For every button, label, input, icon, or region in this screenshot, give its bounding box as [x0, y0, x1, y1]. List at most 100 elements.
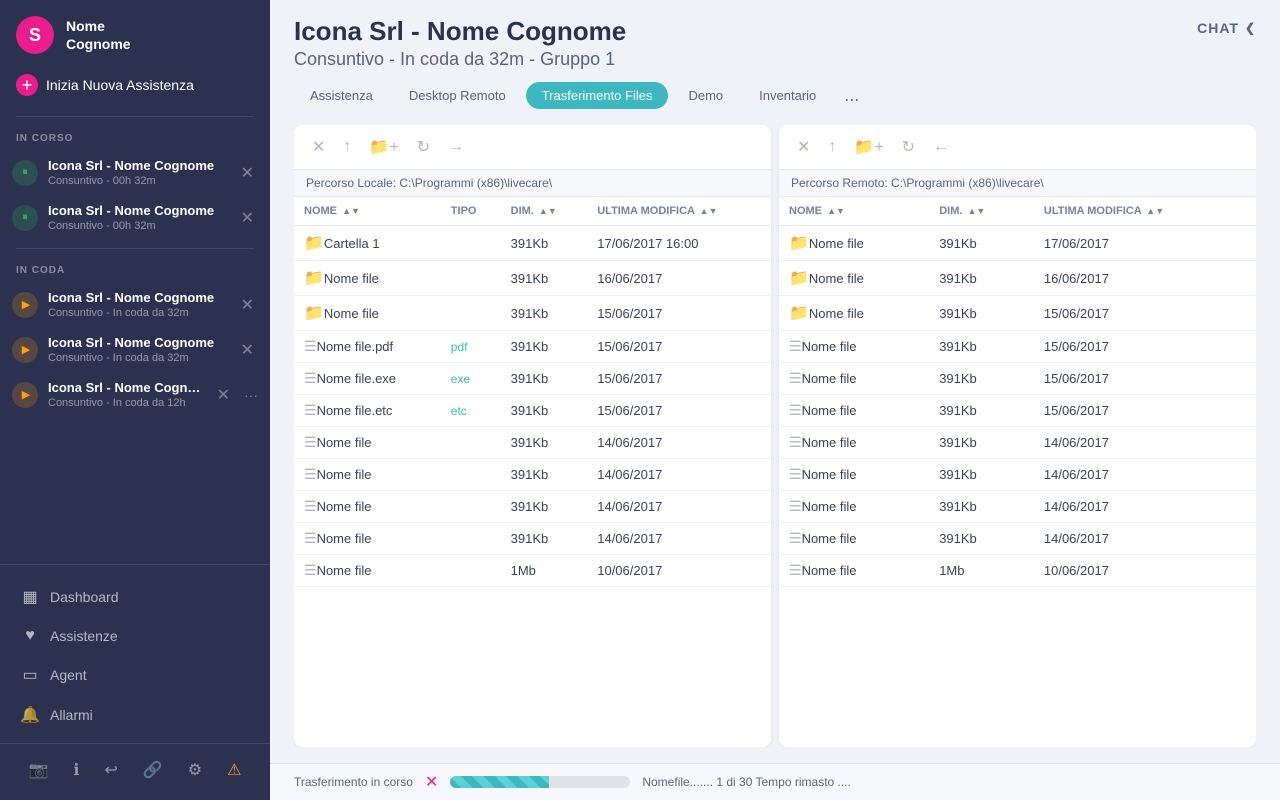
file-icon: ☰: [304, 338, 317, 355]
local-refresh-button[interactable]: ↻: [411, 133, 436, 161]
file-name: 📁 Nome file: [779, 296, 929, 331]
tab-desktop-remoto[interactable]: Desktop Remoto: [393, 82, 522, 109]
new-assistance-button[interactable]: + Inizia Nuova Assistenza: [16, 70, 254, 100]
session-info-1: Icona Srl - Nome Cognome Consuntivo - 00…: [48, 158, 227, 187]
tab-inventario[interactable]: Inventario: [743, 82, 832, 109]
file-size: 391Kb: [501, 459, 588, 491]
avatar: S: [16, 16, 54, 54]
chat-button[interactable]: CHAT ❮: [1197, 16, 1256, 36]
file-type: [441, 296, 501, 331]
session-title-2: Icona Srl - Nome Cognome: [48, 203, 227, 218]
remote-toolbar: ✕ ↑ 📁+ ↻ ←: [779, 125, 1256, 170]
local-forward-button[interactable]: →: [442, 134, 470, 160]
session-close-2[interactable]: ✕: [237, 206, 258, 230]
file-icon: ☰: [789, 402, 802, 419]
tab-assistenza[interactable]: Assistenza: [294, 82, 389, 109]
file-name: 📁 Nome file: [294, 296, 441, 331]
file-icon: ☰: [304, 466, 317, 483]
session-queued-close-3[interactable]: ✕: [213, 383, 234, 407]
transfer-cancel-button[interactable]: ✕: [425, 772, 438, 792]
file-date: 16/06/2017: [587, 261, 771, 296]
table-row[interactable]: ☰ Nome file 391Kb 14/06/2017: [779, 427, 1256, 459]
file-date: 16/06/2017: [1034, 261, 1256, 296]
panels-container: ✕ ↑ 📁+ ↻ → Percorso Locale: C:\Programmi…: [294, 125, 1256, 747]
session-info-2: Icona Srl - Nome Cognome Consuntivo - 00…: [48, 203, 227, 232]
table-row[interactable]: ☰ Nome file.etc etc 391Kb 15/06/2017: [294, 395, 771, 427]
tab-demo[interactable]: Demo: [672, 82, 739, 109]
folder-icon: 📁: [789, 303, 809, 323]
file-size: 391Kb: [929, 363, 1034, 395]
settings-icon[interactable]: ⚙: [184, 756, 206, 784]
sidebar-item-dashboard[interactable]: ▦ Dashboard: [0, 577, 270, 617]
table-row[interactable]: ☰ Nome file.pdf pdf 391Kb 15/06/2017: [294, 331, 771, 363]
session-queued-1[interactable]: ▶ Icona Srl - Nome Cognome Consuntivo - …: [0, 282, 270, 327]
table-row[interactable]: ☰ Nome file 1Mb 10/06/2017: [294, 555, 771, 587]
session-subtitle-2: Consuntivo - 00h 32m: [48, 220, 227, 232]
table-row[interactable]: 📁 Nome file 391Kb 16/06/2017: [294, 261, 771, 296]
tabs-more-button[interactable]: ...: [836, 85, 867, 106]
table-row[interactable]: ☰ Nome file 391Kb 14/06/2017: [294, 491, 771, 523]
undo-icon[interactable]: ↩: [100, 756, 121, 784]
transfer-label: Trasferimento in corso: [294, 775, 413, 789]
table-row[interactable]: ☰ Nome file 391Kb 15/06/2017: [779, 331, 1256, 363]
file-date: 15/06/2017: [587, 296, 771, 331]
pause-icon-2: ⏸: [22, 211, 28, 224]
tab-trasferimento-files[interactable]: Trasferimento Files: [526, 82, 669, 109]
file-size: 391Kb: [501, 363, 588, 395]
table-row[interactable]: ☰ Nome file 391Kb 14/06/2017: [294, 523, 771, 555]
session-active-1[interactable]: ⏸ Icona Srl - Nome Cognome Consuntivo - …: [0, 150, 270, 195]
warning-icon[interactable]: ⚠: [223, 756, 245, 784]
bell-icon: 🔔: [20, 705, 40, 725]
session-active-2[interactable]: ⏸ Icona Srl - Nome Cognome Consuntivo - …: [0, 195, 270, 240]
sidebar-item-allarmi[interactable]: 🔔 Allarmi: [0, 695, 270, 735]
session-queued-3[interactable]: ▶ Icona Srl - Nome Cognome Consuntivo - …: [0, 372, 270, 417]
file-date: 14/06/2017: [587, 459, 771, 491]
local-newfolder-button[interactable]: 📁+: [363, 133, 404, 161]
local-delete-button[interactable]: ✕: [306, 133, 331, 161]
table-row[interactable]: ☰ Nome file 1Mb 10/06/2017: [779, 555, 1256, 587]
table-row[interactable]: ☰ Nome file 391Kb 14/06/2017: [294, 427, 771, 459]
session-queued-more-3[interactable]: ···: [244, 387, 258, 403]
page-heading: Icona Srl - Nome Cognome Consuntivo - In…: [294, 16, 626, 70]
remote-upload-button[interactable]: ↑: [822, 134, 842, 160]
table-row[interactable]: ☰ Nome file 391Kb 14/06/2017: [779, 459, 1256, 491]
file-icon: ☰: [789, 370, 802, 387]
remote-back-button[interactable]: ←: [927, 134, 955, 160]
dashboard-icon: ▦: [20, 587, 40, 607]
table-row[interactable]: ☰ Nome file 391Kb 15/06/2017: [779, 395, 1256, 427]
local-toolbar: ✕ ↑ 📁+ ↻ →: [294, 125, 771, 170]
table-row[interactable]: ☰ Nome file.exe exe 391Kb 15/06/2017: [294, 363, 771, 395]
local-upload-button[interactable]: ↑: [337, 134, 357, 160]
sidebar-item-agent[interactable]: ▭ Agent: [0, 655, 270, 695]
table-row[interactable]: ☰ Nome file 391Kb 15/06/2017: [779, 363, 1256, 395]
link-icon[interactable]: 🔗: [139, 756, 167, 784]
table-row[interactable]: 📁 Nome file 391Kb 17/06/2017: [779, 226, 1256, 261]
remote-delete-button[interactable]: ✕: [791, 133, 816, 161]
table-row[interactable]: ☰ Nome file 391Kb 14/06/2017: [294, 459, 771, 491]
remote-refresh-button[interactable]: ↻: [896, 133, 921, 161]
table-row[interactable]: 📁 Cartella 1 391Kb 17/06/2017 16:00: [294, 226, 771, 261]
sidebar-item-assistenze[interactable]: ♥ Assistenze: [0, 617, 270, 655]
transfer-file-info: Nomefile....... 1 di 30 Tempo rimasto ..…: [642, 775, 1256, 789]
table-row[interactable]: ☰ Nome file 391Kb 14/06/2017: [779, 491, 1256, 523]
session-queued-2[interactable]: ▶ Icona Srl - Nome Cognome Consuntivo - …: [0, 327, 270, 372]
file-name: ☰ Nome file.exe: [294, 363, 441, 395]
info-icon[interactable]: ℹ: [69, 756, 83, 784]
table-row[interactable]: 📁 Nome file 391Kb 16/06/2017: [779, 261, 1256, 296]
camera-icon[interactable]: 📷: [24, 756, 52, 784]
table-row[interactable]: 📁 Nome file 391Kb 15/06/2017: [779, 296, 1256, 331]
remote-newfolder-button[interactable]: 📁+: [848, 133, 889, 161]
session-queued-close-1[interactable]: ✕: [237, 293, 258, 317]
table-row[interactable]: ☰ Nome file 391Kb 14/06/2017: [779, 523, 1256, 555]
file-name: ☰ Nome file: [779, 331, 929, 363]
session-queued-title-1: Icona Srl - Nome Cognome: [48, 290, 227, 305]
file-name: ☰ Nome file: [294, 459, 441, 491]
session-close-1[interactable]: ✕: [237, 161, 258, 185]
file-icon: ☰: [304, 562, 317, 579]
sidebar-bottom-bar: 📷 ℹ ↩ 🔗 ⚙ ⚠: [0, 743, 270, 800]
table-row[interactable]: 📁 Nome file 391Kb 15/06/2017: [294, 296, 771, 331]
file-date: 17/06/2017 16:00: [587, 226, 771, 261]
session-queued-close-2[interactable]: ✕: [237, 338, 258, 362]
file-date: 10/06/2017: [587, 555, 771, 587]
progress-bar-fill: [450, 776, 549, 788]
